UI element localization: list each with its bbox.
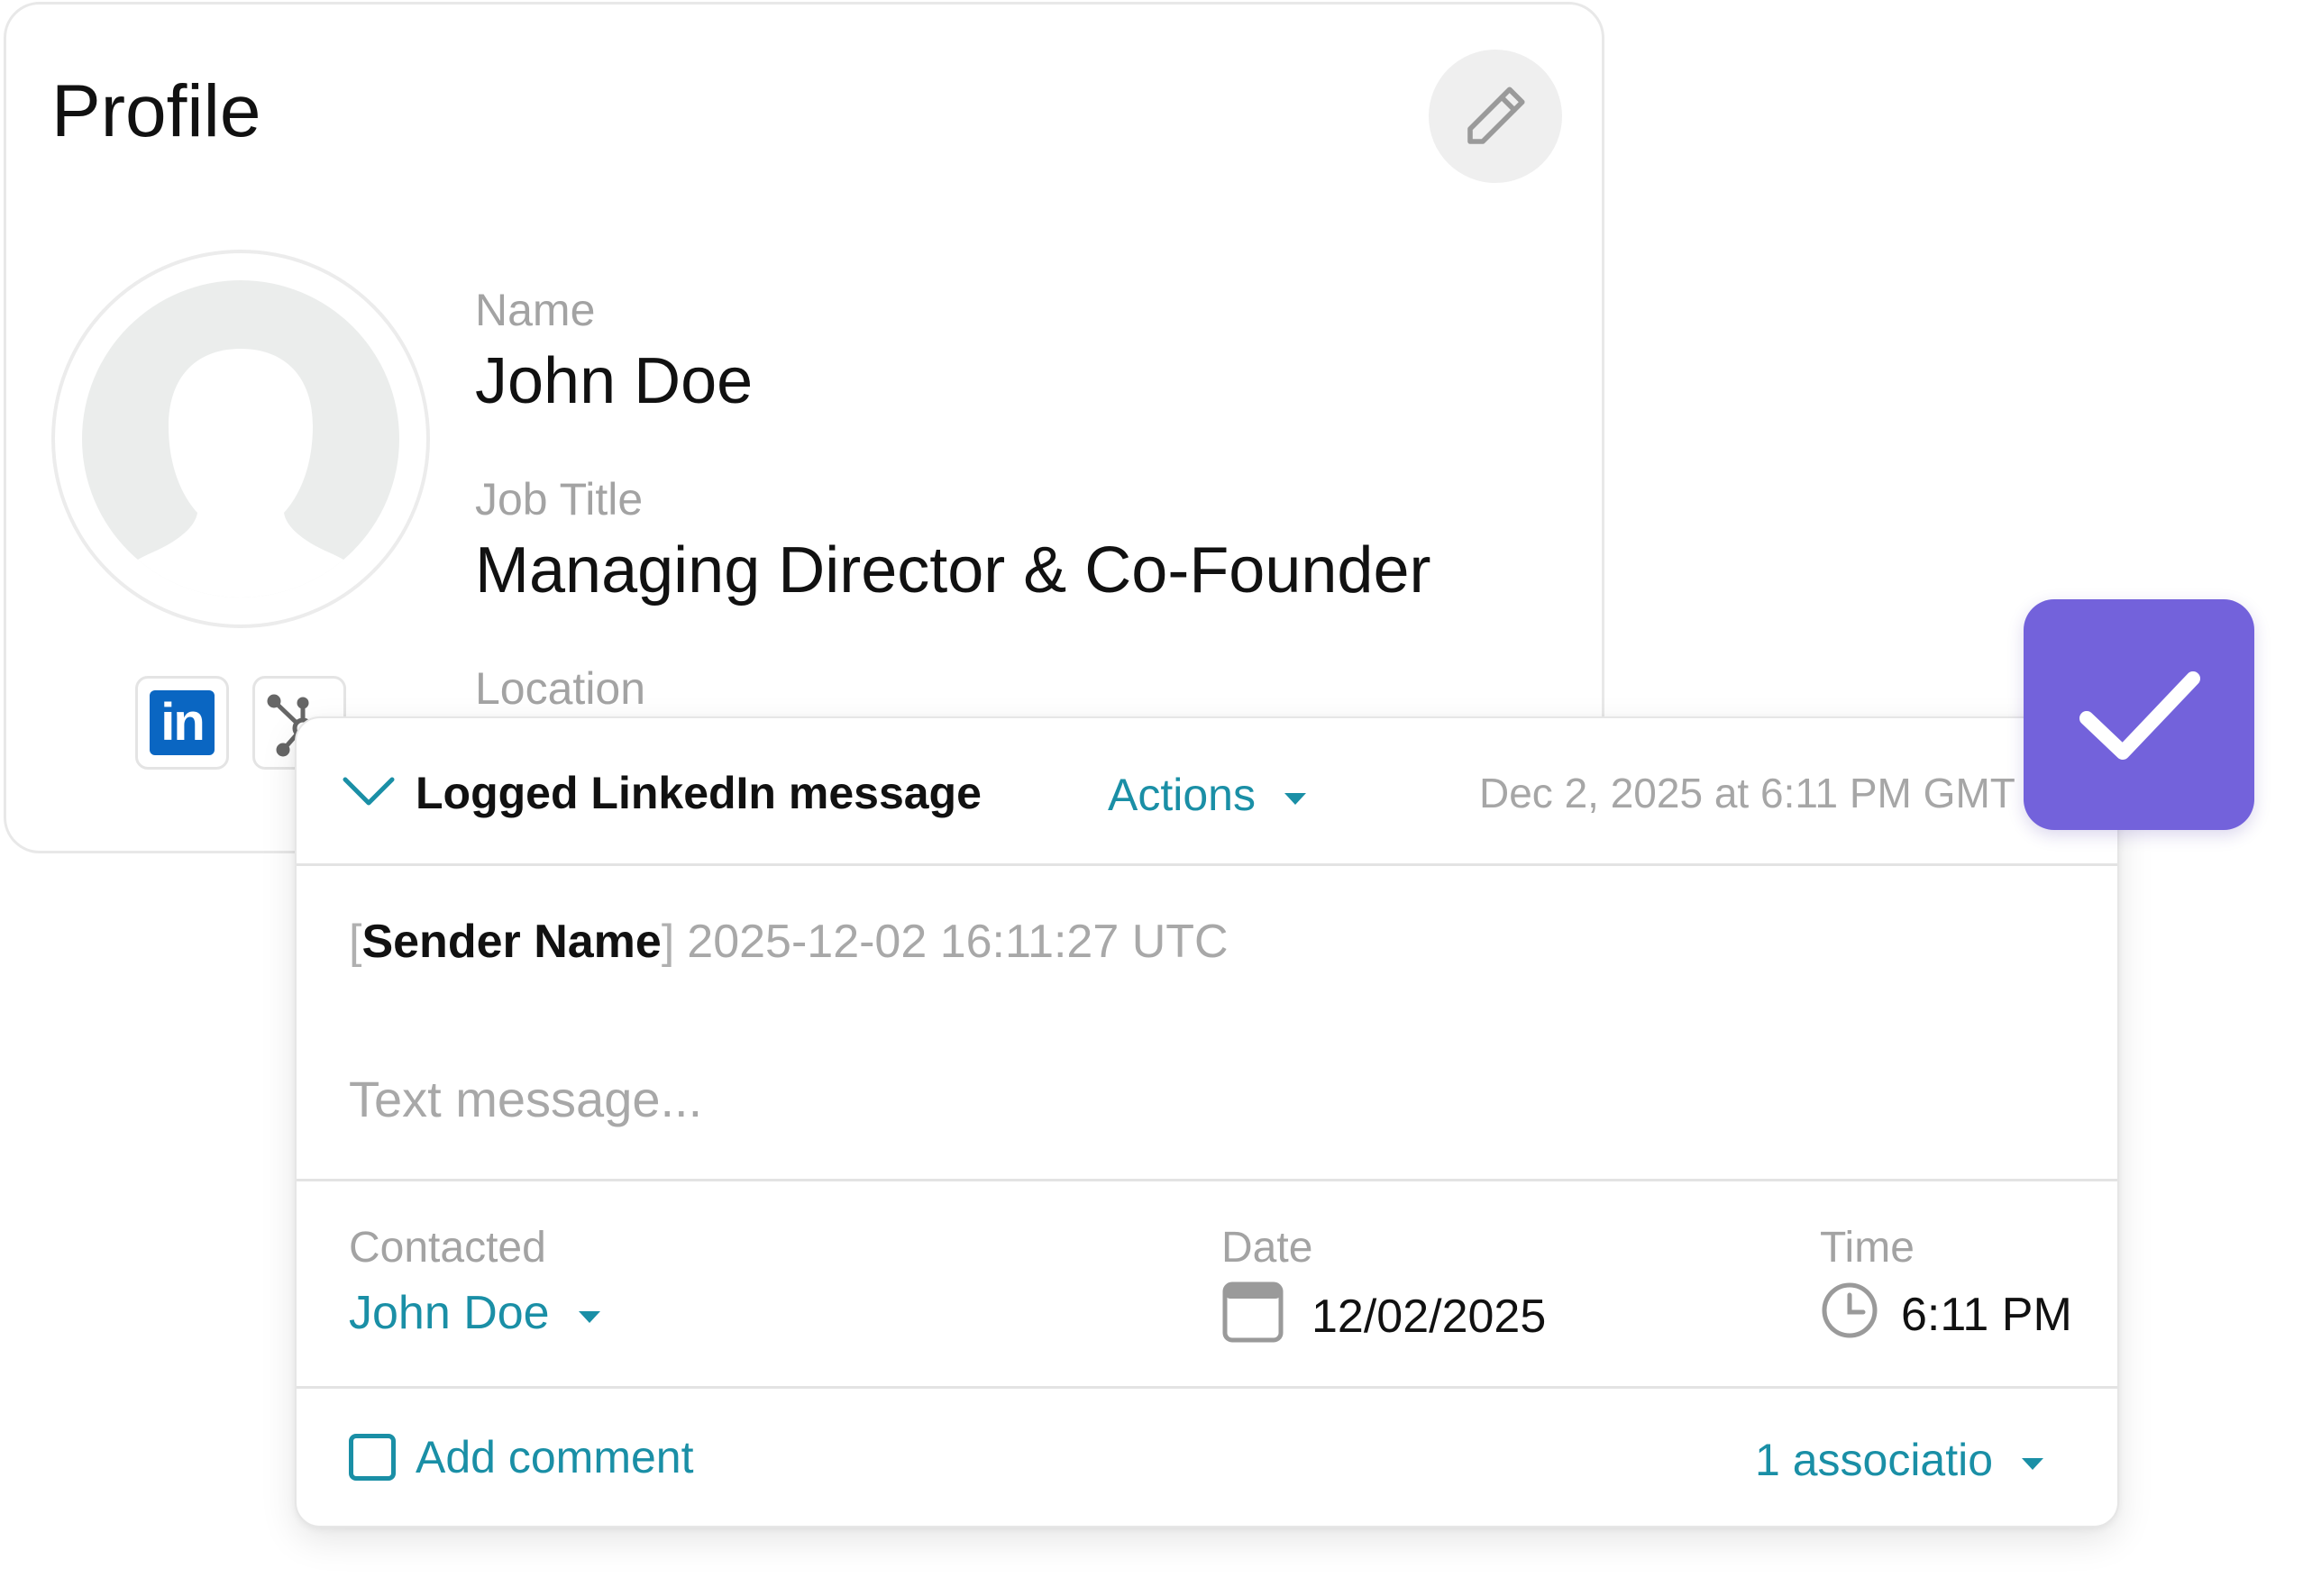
linkedin-button[interactable]: in xyxy=(135,676,229,770)
pencil-icon xyxy=(1467,87,1525,144)
sender-name: Sender Name xyxy=(361,916,662,968)
time-value[interactable]: 6:11 PM xyxy=(1901,1291,2072,1338)
location-label: Location xyxy=(475,663,646,714)
log-timestamp: Dec 2, 2025 at 6:11 PM GMT xyxy=(1479,770,2015,816)
log-header: Logged LinkedIn message Actions Dec 2, 2… xyxy=(297,718,2117,866)
clock-icon[interactable] xyxy=(1820,1281,1879,1340)
message-input[interactable] xyxy=(349,1070,1971,1128)
linkedin-icon: in xyxy=(150,690,215,755)
message-body: [Sender Name] 2025-12-02 16:11:27 UTC xyxy=(297,866,2117,1181)
contacted-label: Contacted xyxy=(349,1224,546,1272)
avatar xyxy=(51,250,430,628)
contacted-dropdown[interactable]: John Doe xyxy=(349,1290,600,1336)
associations-label: 1 associatio xyxy=(1755,1435,1994,1485)
date-value[interactable]: 12/02/2025 xyxy=(1311,1293,1546,1340)
avatar-silhouette-icon xyxy=(82,280,399,597)
sender-close-bracket: ] xyxy=(661,916,675,968)
caret-down-icon xyxy=(1284,792,1306,805)
job-title-value: Managing Director & Co-Founder xyxy=(475,534,1431,606)
actions-label: Actions xyxy=(1108,770,1256,820)
add-comment-button[interactable]: Add comment xyxy=(349,1434,693,1481)
name-value: John Doe xyxy=(475,345,754,417)
associations-dropdown[interactable]: 1 associatio xyxy=(1755,1435,2044,1485)
caret-down-icon xyxy=(2022,1457,2044,1470)
sender-line: [Sender Name] 2025-12-02 16:11:27 UTC xyxy=(349,918,1229,965)
meta-row: Contacted John Doe Date 12/02/2025 Time … xyxy=(297,1181,2117,1389)
chevron-down-icon[interactable] xyxy=(340,774,398,810)
checkmark-icon xyxy=(2079,671,2200,760)
log-title[interactable]: Logged LinkedIn message xyxy=(416,771,982,816)
calendar-icon[interactable] xyxy=(1221,1281,1284,1344)
add-comment-label: Add comment xyxy=(416,1432,694,1482)
add-comment-checkbox[interactable] xyxy=(349,1434,396,1481)
edit-profile-button[interactable] xyxy=(1429,50,1562,183)
sender-open-bracket: [ xyxy=(349,916,362,968)
job-title-label: Job Title xyxy=(475,474,644,524)
date-label: Date xyxy=(1221,1224,1313,1272)
logged-message-card: Logged LinkedIn message Actions Dec 2, 2… xyxy=(295,716,2119,1528)
name-label: Name xyxy=(475,285,596,335)
caret-down-icon xyxy=(578,1310,600,1323)
time-label: Time xyxy=(1820,1224,1915,1272)
profile-title: Profile xyxy=(51,70,261,152)
actions-dropdown[interactable]: Actions xyxy=(1108,772,1306,817)
sender-timestamp: 2025-12-02 16:11:27 UTC xyxy=(687,916,1229,968)
success-badge xyxy=(2024,599,2254,830)
footer-row: Add comment 1 associatio xyxy=(297,1389,2117,1526)
contacted-value: John Doe xyxy=(349,1287,550,1339)
